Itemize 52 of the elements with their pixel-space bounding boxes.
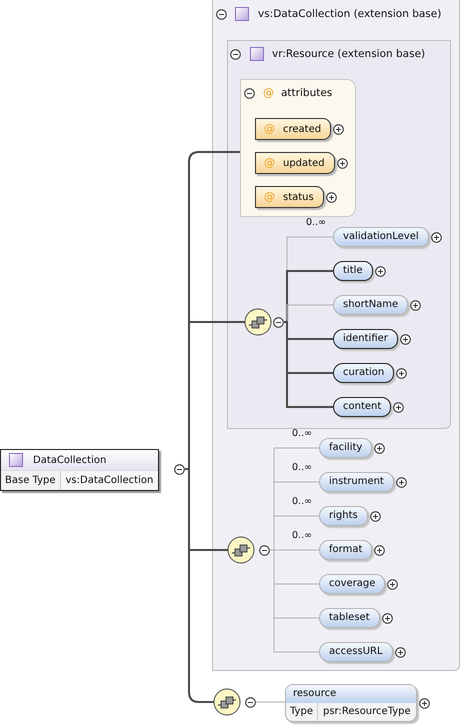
complex-type-icon — [235, 7, 249, 21]
extension-title: vs:DataCollection (extension base) — [258, 7, 442, 22]
type-value: psr:ResourceType — [322, 705, 412, 719]
attribute-node[interactable]: @ created — [255, 118, 332, 140]
collapse-icon[interactable] — [273, 317, 284, 328]
occurrence-label: 0..∞ — [291, 462, 312, 473]
element-node[interactable]: facility — [319, 438, 372, 458]
element-node[interactable]: identifier — [333, 329, 398, 349]
element-node[interactable]: instrument — [319, 472, 394, 492]
element-node[interactable]: shortName — [333, 295, 408, 315]
attribute-marker: @ — [263, 85, 274, 101]
attribute-marker: @ — [264, 189, 275, 205]
type-name: DataCollection — [33, 454, 106, 466]
occurrence-label: 0..∞ — [291, 496, 312, 507]
collapse-icon[interactable] — [174, 464, 185, 475]
collapse-icon[interactable] — [230, 49, 241, 60]
element-node[interactable]: validationLevel — [333, 227, 429, 247]
root-type-node[interactable]: DataCollection Base Type vs:DataCollection — [0, 449, 160, 491]
element-node[interactable]: title — [333, 261, 373, 281]
complex-type-icon — [250, 47, 264, 61]
occurrence-label: 0..∞ — [305, 217, 326, 228]
attribute-marker: @ — [264, 155, 275, 171]
complex-type-icon — [9, 453, 23, 467]
element-node[interactable]: coverage — [319, 574, 386, 594]
attribute-name: status — [283, 192, 314, 202]
collapse-icon[interactable] — [244, 88, 255, 99]
attribute-node[interactable]: @ status — [255, 186, 324, 208]
attribute-group-title: attributes — [281, 86, 332, 101]
element-node[interactable]: tableset — [319, 608, 380, 628]
attribute-name: updated — [283, 158, 325, 168]
collapse-icon[interactable] — [245, 697, 256, 708]
collapse-icon[interactable] — [216, 9, 227, 20]
sequence-icon — [244, 308, 273, 337]
element-node[interactable]: format — [319, 540, 372, 560]
attribute-node[interactable]: @ updated — [255, 152, 335, 174]
sequence-icon — [213, 688, 242, 717]
element-node[interactable]: rights — [319, 506, 368, 526]
base-type-value: vs:DataCollection — [60, 471, 158, 490]
occurrence-label: 0..∞ — [291, 530, 312, 541]
extension-title: vr:Resource (extension base) — [272, 47, 426, 62]
expand-icon[interactable] — [418, 698, 430, 708]
element-node[interactable]: content — [333, 397, 392, 417]
element-node[interactable]: resource Type psr:ResourceType — [285, 684, 417, 722]
type-label: Type — [286, 703, 318, 721]
element-name: resource — [286, 685, 416, 703]
attribute-marker: @ — [264, 121, 275, 137]
occurrence-label: 0..∞ — [291, 428, 312, 439]
sequence-icon — [227, 536, 256, 565]
attribute-name: created — [283, 124, 322, 134]
element-node[interactable]: curation — [333, 363, 394, 383]
collapse-icon[interactable] — [259, 545, 270, 556]
element-node[interactable]: accessURL — [319, 642, 393, 662]
